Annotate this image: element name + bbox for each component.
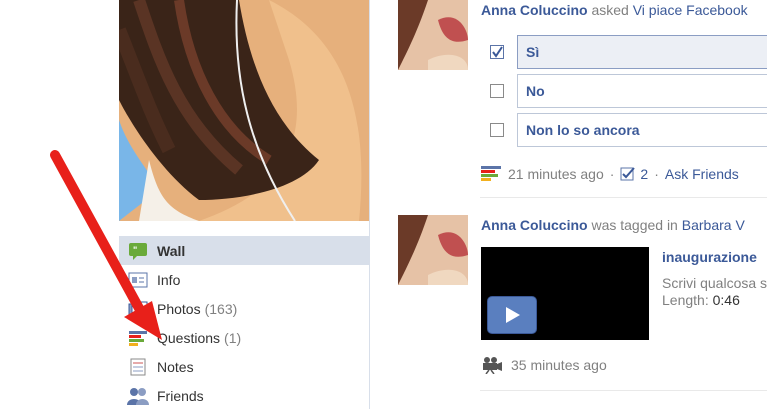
separator: · — [654, 166, 659, 182]
story-divider — [480, 197, 767, 198]
video-meta: 35 minutes ago — [481, 356, 607, 374]
sidebar-item-label: Friends — [157, 387, 204, 404]
sidebar-item-notes[interactable]: Notes — [119, 352, 369, 381]
sidebar-item-friends[interactable]: Friends — [119, 381, 369, 410]
poll-option[interactable]: Sì — [488, 35, 767, 69]
option-checkbox[interactable] — [490, 45, 504, 59]
sidebar-item-count: (1) — [224, 329, 242, 346]
sidebar-item-label: Notes — [157, 358, 194, 375]
avatar[interactable] — [398, 215, 468, 285]
video-camera-icon — [481, 356, 503, 374]
avatar[interactable] — [398, 0, 468, 70]
friends-icon — [127, 387, 149, 405]
sidebar-item-count: (163) — [204, 300, 238, 317]
column-divider — [369, 0, 370, 409]
story-divider — [480, 390, 767, 391]
option-checkbox[interactable] — [490, 84, 504, 98]
question-link[interactable]: Vi piace Facebook — [633, 2, 748, 18]
timestamp[interactable]: 21 minutes ago — [508, 166, 604, 182]
timestamp[interactable]: 35 minutes ago — [511, 357, 607, 373]
video-title[interactable]: inaugurazione — [662, 249, 757, 265]
questions-icon — [481, 165, 501, 183]
video-length: Length: 0:46 — [662, 292, 740, 308]
ask-friends-link[interactable]: Ask Friends — [665, 166, 739, 182]
play-button[interactable] — [487, 296, 537, 334]
author-link[interactable]: Anna Coluccino — [481, 217, 588, 233]
length-value: 0:46 — [712, 292, 740, 308]
annotation-arrow — [50, 150, 162, 340]
video-thumbnail[interactable] — [481, 247, 649, 340]
author-link[interactable]: Anna Coluccino — [481, 2, 588, 18]
question-story-header: Anna Coluccino asked Vi piace Facebook — [481, 2, 748, 18]
story-verb: asked — [591, 2, 629, 18]
video-description: Scrivi qualcosa s — [662, 275, 767, 291]
answers-icon — [620, 166, 636, 182]
option-label: No — [517, 74, 767, 108]
tagged-link[interactable]: Barbara V — [682, 217, 745, 233]
answer-count[interactable]: 2 — [640, 166, 648, 182]
play-icon — [506, 307, 520, 323]
poll-option[interactable]: Non lo so ancora — [488, 113, 767, 147]
option-label: Sì — [517, 35, 767, 69]
separator: · — [609, 166, 615, 182]
notes-icon — [127, 358, 149, 376]
length-label: Length: — [662, 292, 709, 308]
video-story-header: Anna Coluccino was tagged in Barbara V — [481, 217, 745, 233]
story-verb: was tagged in — [591, 217, 678, 233]
option-label: Non lo so ancora — [517, 113, 767, 147]
option-checkbox[interactable] — [490, 123, 504, 137]
question-meta: 21 minutes ago · 2 · Ask Friends — [481, 165, 739, 183]
poll-option[interactable]: No — [488, 74, 767, 108]
